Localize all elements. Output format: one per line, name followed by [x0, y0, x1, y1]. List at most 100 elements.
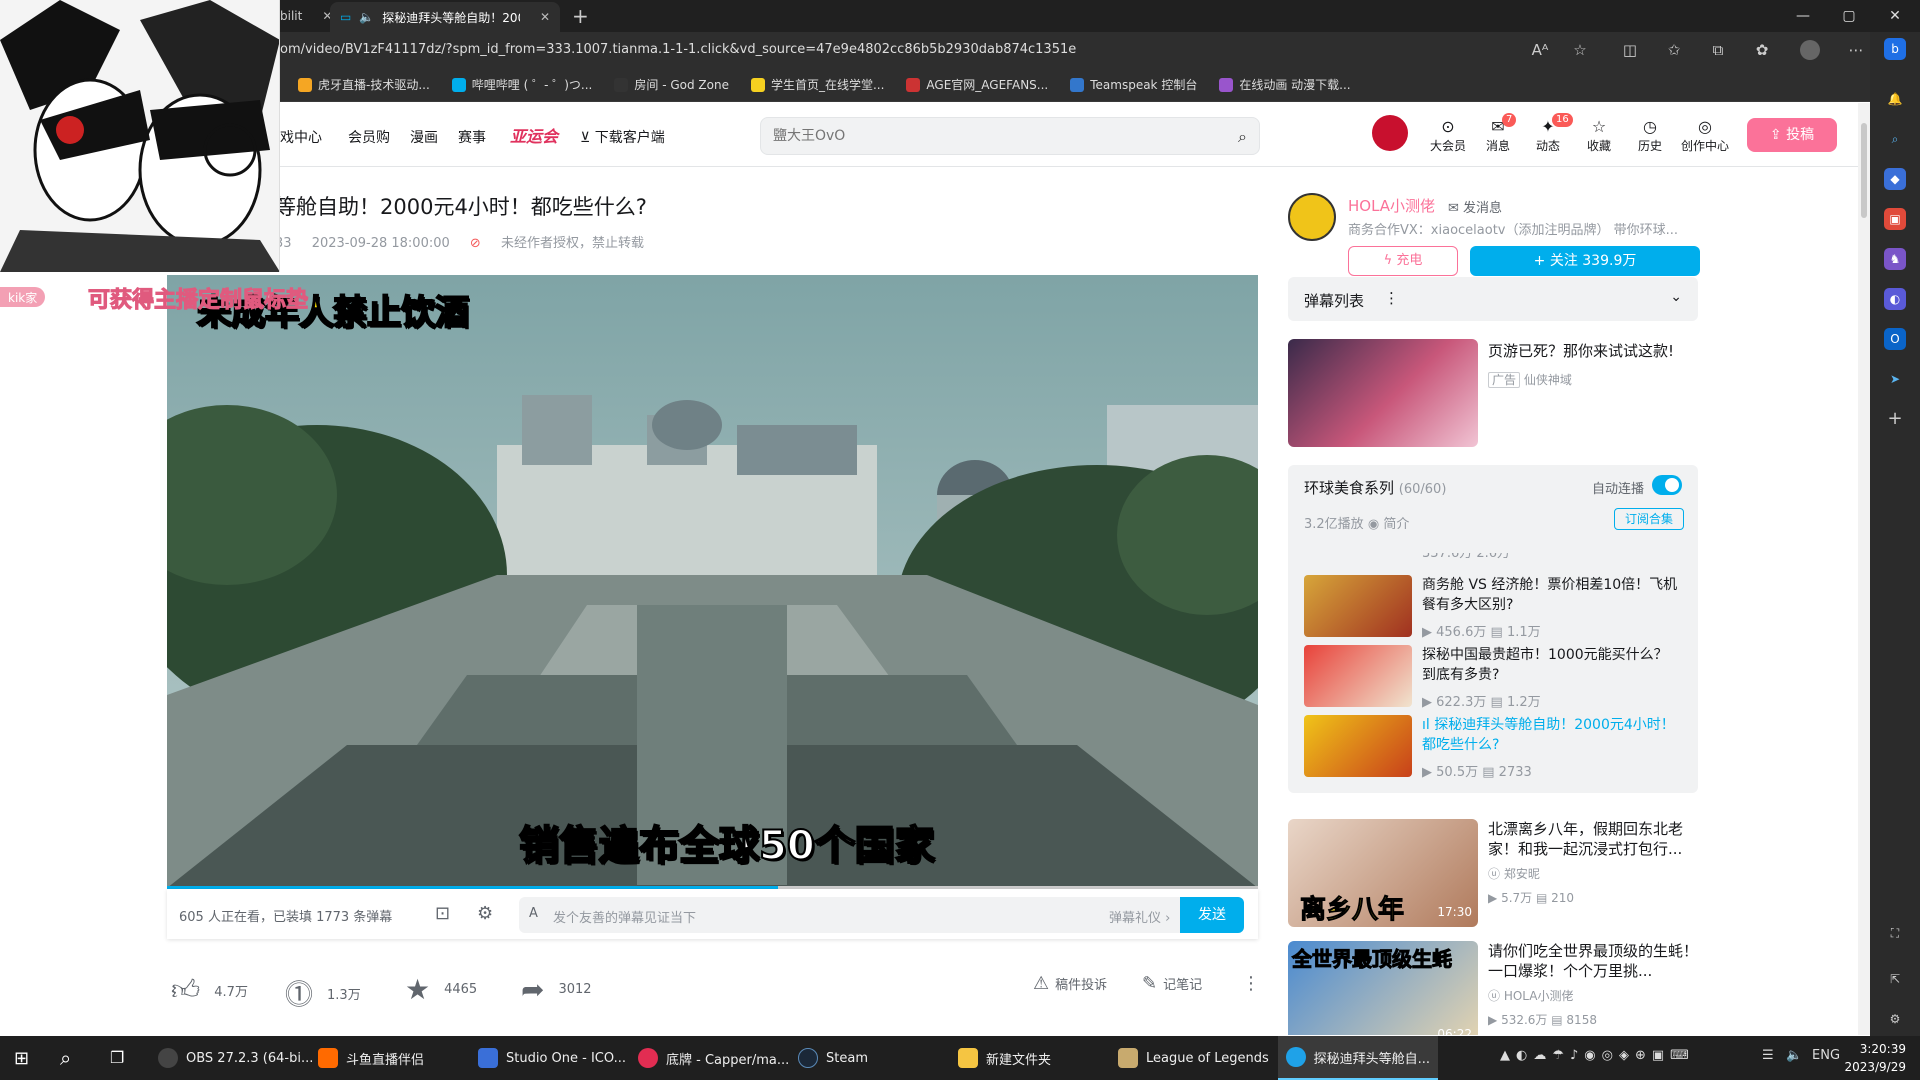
- taskbar-app-steam[interactable]: Steam: [798, 1036, 868, 1080]
- recommend-thumbnail[interactable]: 离乡八年 17:30: [1288, 819, 1478, 927]
- minimize-button[interactable]: —: [1780, 0, 1826, 32]
- series-thumbnail[interactable]: [1304, 575, 1412, 637]
- search-icon[interactable]: ⌕: [1884, 128, 1906, 150]
- ad-thumbnail[interactable]: [1288, 339, 1478, 447]
- system-clock[interactable]: 3:20:39 2023/9/29: [1844, 1040, 1906, 1076]
- recommend-card[interactable]: 离乡八年 17:30 北漂离乡八年，假期回东北老家！和我一起沉浸式打包行... …: [1288, 819, 1698, 929]
- network-icon[interactable]: ☰: [1762, 1048, 1774, 1063]
- search-input[interactable]: [773, 126, 1213, 146]
- collections-icon[interactable]: ⧉: [1708, 40, 1728, 60]
- like-button[interactable]: 👍︎ 4.7万: [171, 973, 248, 1007]
- nav-history[interactable]: ◷ 历史: [1628, 117, 1672, 154]
- search-icon[interactable]: ⌕: [60, 1046, 71, 1070]
- windows-start-icon[interactable]: ⊞: [14, 1048, 29, 1069]
- search-box[interactable]: ⌕: [760, 117, 1260, 155]
- nav-messages[interactable]: ✉ 消息 7: [1476, 113, 1520, 154]
- recommend-author[interactable]: ⓤ HOLA小测佬: [1488, 987, 1573, 1004]
- bing-icon[interactable]: b: [1884, 38, 1906, 60]
- series-item-title[interactable]: ıl 探秘迪拜头等舱自助！2000元4小时！都吃些什么?: [1422, 715, 1678, 755]
- series-item-current[interactable]: ıl 探秘迪拜头等舱自助！2000元4小时！都吃些什么? ▶ 50.5万 ▤ 2…: [1304, 715, 1684, 785]
- task-view-icon[interactable]: ❐: [110, 1048, 124, 1067]
- split-screen-icon[interactable]: ◫: [1620, 40, 1640, 60]
- nav-comics[interactable]: 漫画: [410, 127, 438, 147]
- bookmark-age[interactable]: AGE官网_AGEFANS...: [906, 76, 1048, 93]
- url-field[interactable]: om/video/BV1zF41117dz/?spm_id_from=333.1…: [280, 42, 1076, 57]
- taskbar-app-netease-music[interactable]: 底牌 - Capper/ma...: [638, 1036, 789, 1080]
- autoplay-toggle[interactable]: [1652, 475, 1682, 495]
- search-icon[interactable]: ⌕: [1238, 127, 1247, 147]
- coin-button[interactable]: ⓵ 1.3万: [285, 973, 361, 1013]
- recommend-card[interactable]: 全世界最顶级生蚝 06:22 请你们吃全世界最顶级的生蚝！一口爆浆！个个万里挑.…: [1288, 941, 1698, 1035]
- outlook-icon[interactable]: O: [1884, 328, 1906, 350]
- nav-game-center[interactable]: 戏中心: [280, 127, 322, 147]
- new-tab-button[interactable]: +: [560, 0, 601, 32]
- bookmark-anime[interactable]: 在线动画 动漫下载...: [1219, 76, 1351, 93]
- recommend-author[interactable]: ⓤ 郑安昵: [1488, 865, 1540, 882]
- series-thumbnail[interactable]: [1304, 645, 1412, 707]
- tray-icons[interactable]: ▲◐☁☂♪◉◎◈⊕▣⌨: [1500, 1048, 1695, 1063]
- nav-esports[interactable]: 赛事: [458, 127, 486, 147]
- settings-icon[interactable]: ⚙: [1884, 1008, 1906, 1030]
- series-item[interactable]: 探秘中国最贵超市！1000元能买什么？到底有多贵? ▶ 622.3万 ▤ 1.2…: [1304, 645, 1684, 715]
- recommend-title[interactable]: 北漂离乡八年，假期回东北老家！和我一起沉浸式打包行...: [1488, 819, 1698, 859]
- scrollbar-thumb[interactable]: [1861, 123, 1867, 218]
- taskbar-app-douyu[interactable]: 斗鱼直播伴侣: [318, 1036, 424, 1080]
- restore-button[interactable]: ▢: [1826, 0, 1872, 32]
- taskbar-app-edge[interactable]: 探秘迪拜头等舱自...: [1278, 1036, 1438, 1080]
- ad-title[interactable]: 页游已死？那你来试试这款!: [1488, 341, 1698, 361]
- nav-asian-games[interactable]: 亚运会: [510, 123, 558, 147]
- add-icon[interactable]: +: [1884, 408, 1906, 430]
- follow-button[interactable]: + 关注 339.9万: [1470, 246, 1700, 276]
- ad-card[interactable]: 页游已死？那你来试试这款! 广告 仙侠神域: [1288, 339, 1698, 449]
- nav-favorites[interactable]: ☆ 收藏: [1577, 117, 1621, 154]
- send-danmaku-button[interactable]: 发送: [1180, 897, 1244, 933]
- close-window-button[interactable]: ✕: [1872, 0, 1918, 32]
- notification-icon[interactable]: 🔔: [1884, 88, 1906, 110]
- bookmark-teamspeak[interactable]: Teamspeak 控制台: [1070, 76, 1197, 93]
- chevron-down-icon[interactable]: ⌄: [1670, 289, 1682, 305]
- language-indicator[interactable]: ENG: [1812, 1048, 1840, 1063]
- tab-current-video[interactable]: ▭ 🔈 探秘迪拜头等舱自助！2000 ✕: [330, 2, 560, 32]
- more-actions-icon[interactable]: ⋮: [1242, 973, 1260, 994]
- share-button[interactable]: ➦ 3012: [521, 973, 592, 1006]
- toolbox-icon[interactable]: ▣: [1884, 208, 1906, 230]
- danmaku-settings-icon[interactable]: ⚙: [477, 903, 493, 924]
- notes-button[interactable]: ✎ 记笔记: [1142, 973, 1202, 994]
- speaker-icon[interactable]: 🔈: [359, 10, 374, 24]
- page-scrollbar[interactable]: [1858, 103, 1870, 1035]
- more-icon[interactable]: ⋮: [1384, 289, 1399, 307]
- font-style-icon[interactable]: A: [529, 906, 538, 921]
- nav-vip[interactable]: ⊙ 大会员: [1426, 117, 1470, 154]
- screenshot-icon[interactable]: ⛶: [1884, 922, 1906, 944]
- upload-button[interactable]: ⇪ 投稿: [1747, 118, 1837, 152]
- report-button[interactable]: ⚠ 稿件投诉: [1033, 973, 1107, 994]
- games-icon[interactable]: ♞: [1884, 248, 1906, 270]
- bookmark-bilibili[interactable]: 哔哩哔哩 ( ゜- ゜)つ...: [451, 76, 592, 93]
- extension-icon[interactable]: ✿: [1752, 40, 1772, 60]
- danmaku-list-header[interactable]: 弹幕列表 ⋮ ⌄: [1288, 277, 1698, 321]
- series-item-title[interactable]: 探秘中国最贵超市！1000元能买什么？到底有多贵?: [1422, 645, 1678, 685]
- series-intro-link[interactable]: 简介: [1383, 517, 1409, 532]
- recommend-title[interactable]: 请你们吃全世界最顶级的生蚝！一口爆浆！个个万里挑...: [1488, 941, 1698, 981]
- copilot-icon[interactable]: ◐: [1884, 288, 1906, 310]
- taskbar-app-lol[interactable]: League of Legends: [1118, 1036, 1269, 1080]
- favorites-icon[interactable]: ✩: [1664, 40, 1684, 60]
- avatar[interactable]: [1288, 193, 1336, 241]
- recommend-thumbnail[interactable]: 全世界最顶级生蚝 06:22: [1288, 941, 1478, 1035]
- nav-mall[interactable]: 会员购: [348, 127, 390, 147]
- series-item[interactable]: 商务舱 VS 经济舱！票价相差10倍！飞机餐有多大区别? ▶ 456.6万 ▤ …: [1304, 575, 1684, 645]
- read-aloud-icon[interactable]: Aᴬ: [1530, 40, 1550, 60]
- danmaku-etiquette-link[interactable]: 弹幕礼仪 ›: [1109, 907, 1170, 926]
- send-icon[interactable]: ➤: [1884, 368, 1906, 390]
- event-mascot[interactable]: [1372, 115, 1408, 151]
- danmaku-toggle-icon[interactable]: ⊡: [435, 903, 450, 924]
- favorite-button[interactable]: ★ 4465: [405, 973, 477, 1006]
- taskbar-app-studio-one[interactable]: Studio One - ICO...: [478, 1036, 626, 1080]
- send-message-link[interactable]: ✉ 发消息: [1448, 197, 1502, 216]
- more-icon[interactable]: ⋯: [1846, 40, 1866, 60]
- nav-dynamics[interactable]: ✦ 动态 16: [1526, 113, 1573, 154]
- subscribe-series-button[interactable]: 订阅合集: [1614, 508, 1684, 530]
- taskbar-app-obs[interactable]: OBS 27.2.3 (64-bi...: [158, 1036, 313, 1080]
- series-item-title[interactable]: 商务舱 VS 经济舱！票价相差10倍！飞机餐有多大区别?: [1422, 575, 1678, 615]
- nav-creator-center[interactable]: ◎ 创作中心: [1678, 117, 1732, 154]
